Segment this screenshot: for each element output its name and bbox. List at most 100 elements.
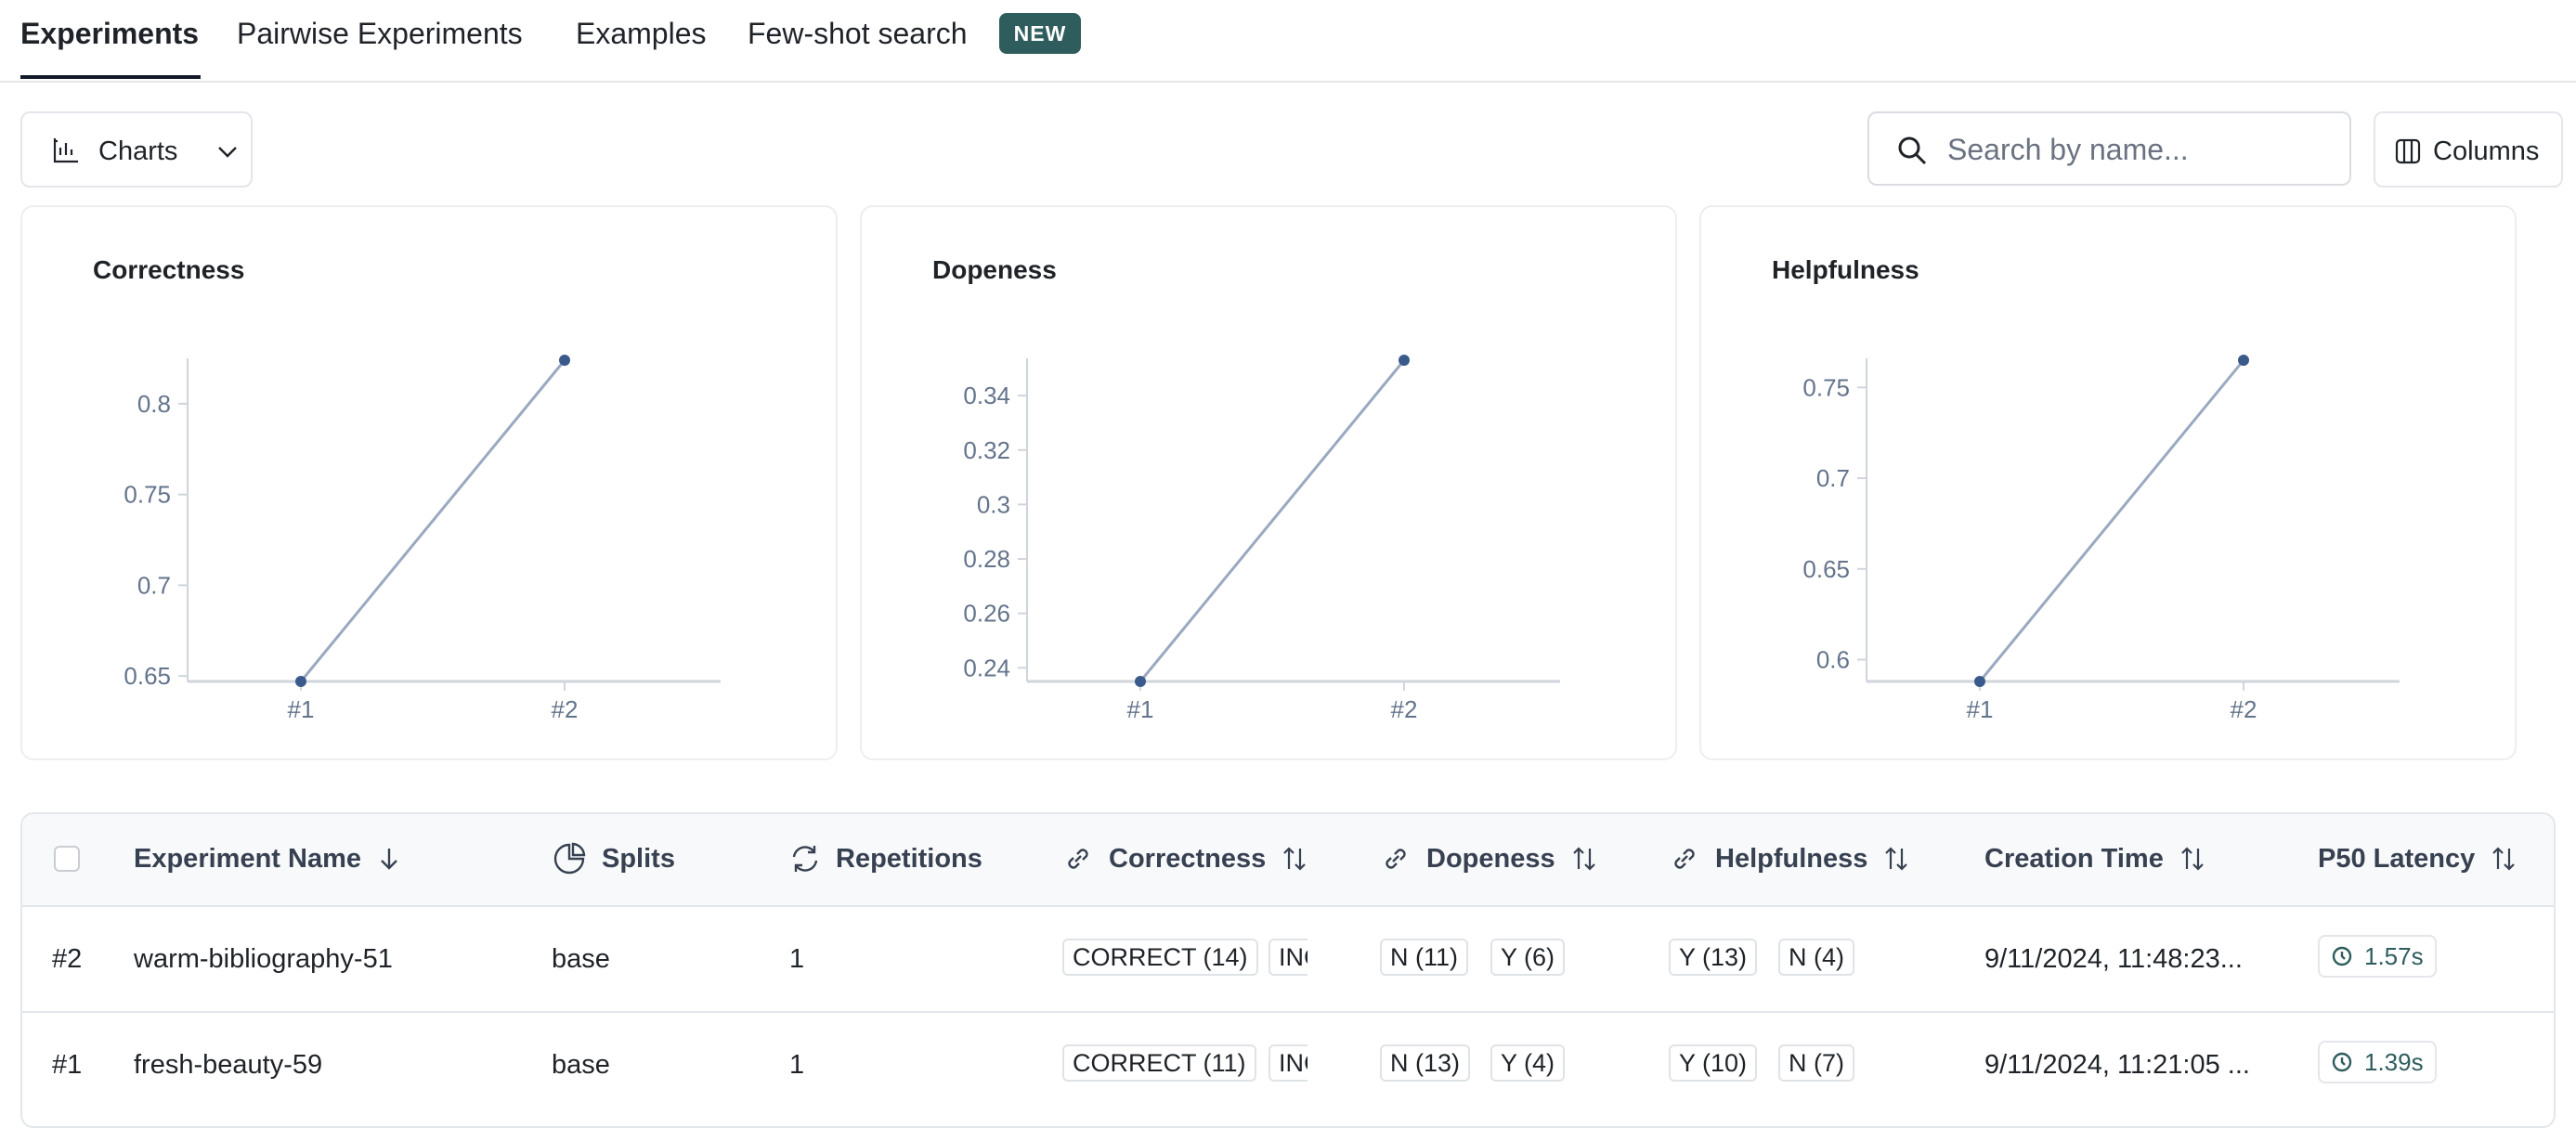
header-p50-latency[interactable]: P50 Latency xyxy=(2318,840,2517,877)
experiments-table: Experiment Name Splits Repetitions Corre… xyxy=(20,812,2556,1128)
y-tick-label: 0.65 xyxy=(124,662,171,690)
helpfulness-y-pill[interactable]: Y (10) xyxy=(1669,1044,1758,1082)
helpfulness-chart: 0.6 0.65 0.7 0.75 #1 #2 xyxy=(1802,355,2400,723)
header-creation-time[interactable]: Creation Time xyxy=(1984,840,2206,877)
new-badge: NEW xyxy=(999,13,1081,54)
header-label: Repetitions xyxy=(836,844,982,874)
data-point xyxy=(1135,676,1146,687)
y-tick-label: 0.7 xyxy=(137,571,171,599)
latency-value: 1.39s xyxy=(2364,1048,2424,1076)
tab-few-shot-search[interactable]: Few-shot search xyxy=(748,13,968,54)
experiment-name-link[interactable]: warm-bibliography-51 xyxy=(134,940,393,978)
repeat-icon xyxy=(792,846,818,872)
columns-label: Columns xyxy=(2433,136,2540,166)
table-row[interactable]: #2 warm-bibliography-51 base 1 CORRECT (… xyxy=(22,907,2554,1013)
chart-card-dopeness: Dopeness 0.24 0.26 0.28 0.3 0.32 0.34 #1 #2 xyxy=(860,205,1677,760)
table-row[interactable]: #1 fresh-beauty-59 base 1 CORRECT (11) I… xyxy=(22,1013,2554,1117)
columns-icon xyxy=(2394,137,2422,170)
header-dopeness[interactable]: Dopeness xyxy=(1380,840,1598,877)
x-tick-label: #1 xyxy=(288,695,315,723)
tab-bar: Experiments Pairwise Experiments Example… xyxy=(0,0,2576,83)
header-repetitions[interactable]: Repetitions xyxy=(789,840,982,877)
header-label: Experiment Name xyxy=(134,844,361,874)
pie-chart-icon xyxy=(553,842,586,875)
latency-badge: 1.39s xyxy=(2318,1041,2437,1083)
x-tick-label: #2 xyxy=(2231,695,2257,723)
tab-experiments[interactable]: Experiments xyxy=(20,13,199,54)
row-id: #2 xyxy=(52,944,83,974)
series-line xyxy=(1138,359,1406,682)
sort-icon[interactable] xyxy=(1281,845,1308,873)
correctness-incorrect-pill[interactable]: INCORRECT (6) xyxy=(1268,1044,1308,1082)
x-tick-label: #1 xyxy=(1967,695,1994,723)
correctness-correct-pill[interactable]: CORRECT (14) xyxy=(1062,939,1258,976)
sort-icon[interactable] xyxy=(1882,845,1910,873)
charts-label: Charts xyxy=(98,136,178,166)
header-label: Correctness xyxy=(1109,844,1267,874)
y-tick-label: 0.75 xyxy=(124,481,171,509)
series-line xyxy=(299,359,566,682)
header-helpfulness[interactable]: Helpfulness xyxy=(1669,840,1910,877)
columns-button[interactable]: Columns xyxy=(2374,111,2563,188)
sort-down-icon[interactable] xyxy=(378,846,400,872)
data-point xyxy=(1974,676,1985,687)
header-label: P50 Latency xyxy=(2318,844,2476,874)
y-tick-label: 0.8 xyxy=(137,390,171,418)
data-point xyxy=(1399,355,1410,366)
sort-icon[interactable] xyxy=(1570,845,1598,873)
helpfulness-n-pill[interactable]: N (4) xyxy=(1778,939,1854,976)
splits-value: base xyxy=(552,944,610,974)
data-point xyxy=(295,676,306,687)
data-point xyxy=(2238,355,2249,366)
tab-examples[interactable]: Examples xyxy=(576,13,707,54)
chart-card-helpfulness: Helpfulness 0.6 0.65 0.7 0.75 #1 #2 xyxy=(1699,205,2517,760)
helpfulness-n-pill[interactable]: N (7) xyxy=(1778,1044,1854,1082)
correctness-incorrect-pill[interactable]: INCORRECT (3) xyxy=(1268,939,1308,976)
sort-icon[interactable] xyxy=(2490,845,2517,873)
header-experiment-name[interactable]: Experiment Name xyxy=(134,840,400,877)
y-tick-label: 0.32 xyxy=(963,436,1010,464)
dopeness-n-pill[interactable]: N (13) xyxy=(1380,1044,1471,1082)
clock-icon xyxy=(2332,946,2352,966)
link-icon xyxy=(1386,849,1406,869)
y-tick-label: 0.7 xyxy=(1816,464,1850,492)
x-tick-label: #1 xyxy=(1127,695,1154,723)
table-header: Experiment Name Splits Repetitions Corre… xyxy=(22,814,2554,907)
chart-card-correctness: Correctness 0.65 0.7 0.75 0.8 #1 #2 xyxy=(20,205,838,760)
series-line xyxy=(1978,359,2245,682)
header-label: Dopeness xyxy=(1426,844,1555,874)
repetitions-value: 1 xyxy=(789,1050,805,1080)
link-icon xyxy=(1068,849,1088,869)
chevron-down-icon xyxy=(215,139,240,168)
y-tick-label: 0.26 xyxy=(963,600,1010,628)
data-point xyxy=(559,355,570,366)
clock-icon xyxy=(2332,1052,2352,1072)
helpfulness-y-pill[interactable]: Y (13) xyxy=(1669,939,1758,976)
dopeness-n-pill[interactable]: N (11) xyxy=(1380,939,1469,976)
select-all-checkbox[interactable] xyxy=(54,846,80,872)
repetitions-value: 1 xyxy=(789,944,805,974)
chart-icon xyxy=(52,136,80,169)
header-label: Splits xyxy=(602,844,675,874)
correctness-chart: 0.65 0.7 0.75 0.8 #1 #2 xyxy=(124,355,721,723)
link-icon xyxy=(1674,849,1695,869)
latency-value: 1.57s xyxy=(2364,942,2424,970)
experiment-name-link[interactable]: fresh-beauty-59 xyxy=(134,1046,322,1083)
sort-icon[interactable] xyxy=(2179,845,2206,873)
active-tab-indicator xyxy=(20,75,201,79)
y-tick-label: 0.34 xyxy=(963,382,1010,409)
header-correctness[interactable]: Correctness xyxy=(1062,840,1308,877)
search-box xyxy=(1867,111,2351,186)
search-input[interactable] xyxy=(1945,126,2339,173)
correctness-correct-pill[interactable]: CORRECT (11) xyxy=(1062,1044,1256,1082)
header-splits[interactable]: Splits xyxy=(552,840,675,877)
tab-pairwise-experiments[interactable]: Pairwise Experiments xyxy=(237,13,523,54)
latency-badge: 1.57s xyxy=(2318,935,2437,978)
dopeness-y-pill[interactable]: Y (4) xyxy=(1490,1044,1566,1082)
charts-dropdown-button[interactable]: Charts xyxy=(20,111,253,188)
dopeness-y-pill[interactable]: Y (6) xyxy=(1490,939,1566,976)
y-tick-label: 0.3 xyxy=(977,490,1010,518)
x-tick-label: #2 xyxy=(552,695,579,723)
creation-time-value: 9/11/2024, 11:21:05 ... xyxy=(1984,1050,2250,1080)
splits-value: base xyxy=(552,1050,610,1080)
